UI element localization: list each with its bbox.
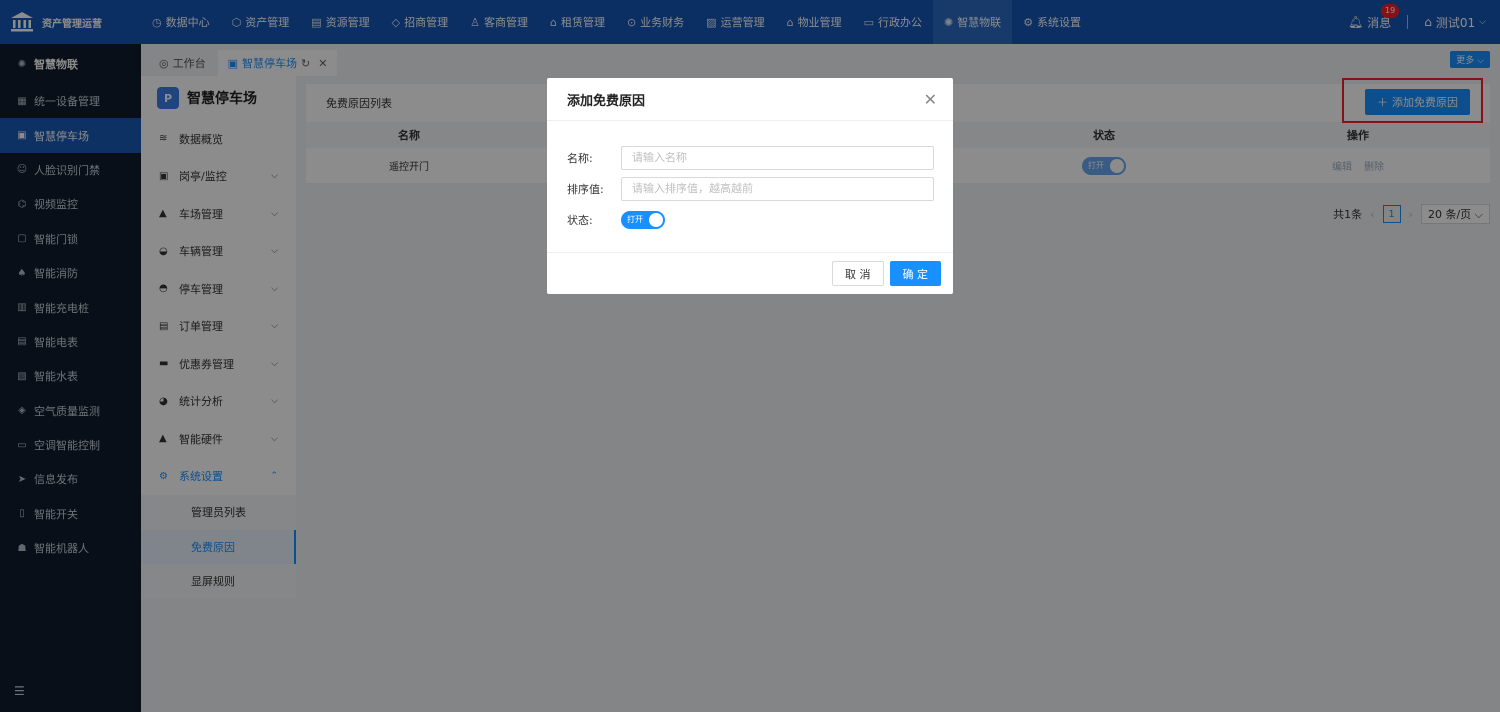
name-input[interactable] xyxy=(621,145,934,170)
cancel-button[interactable]: 取 消 xyxy=(832,261,884,286)
add-reason-dialog: 添加免费原因 ✕ 名称: 排序值: 状态: 打开 取 消 确 定 xyxy=(547,78,953,294)
form-row-name: 名称: xyxy=(547,142,953,173)
form-row-order: 排序值: xyxy=(547,173,953,204)
dialog-footer: 取 消 确 定 xyxy=(547,252,953,294)
order-label: 排序值: xyxy=(567,182,604,196)
confirm-button[interactable]: 确 定 xyxy=(889,261,941,286)
name-label: 名称: xyxy=(567,151,593,165)
order-input[interactable] xyxy=(621,176,934,201)
dialog-title: 添加免费原因 xyxy=(547,78,953,121)
status-label: 状态: xyxy=(567,213,593,227)
close-icon[interactable]: ✕ xyxy=(924,90,937,109)
status-switch[interactable]: 打开 xyxy=(621,210,665,229)
form-row-status: 状态: 打开 xyxy=(547,204,953,235)
